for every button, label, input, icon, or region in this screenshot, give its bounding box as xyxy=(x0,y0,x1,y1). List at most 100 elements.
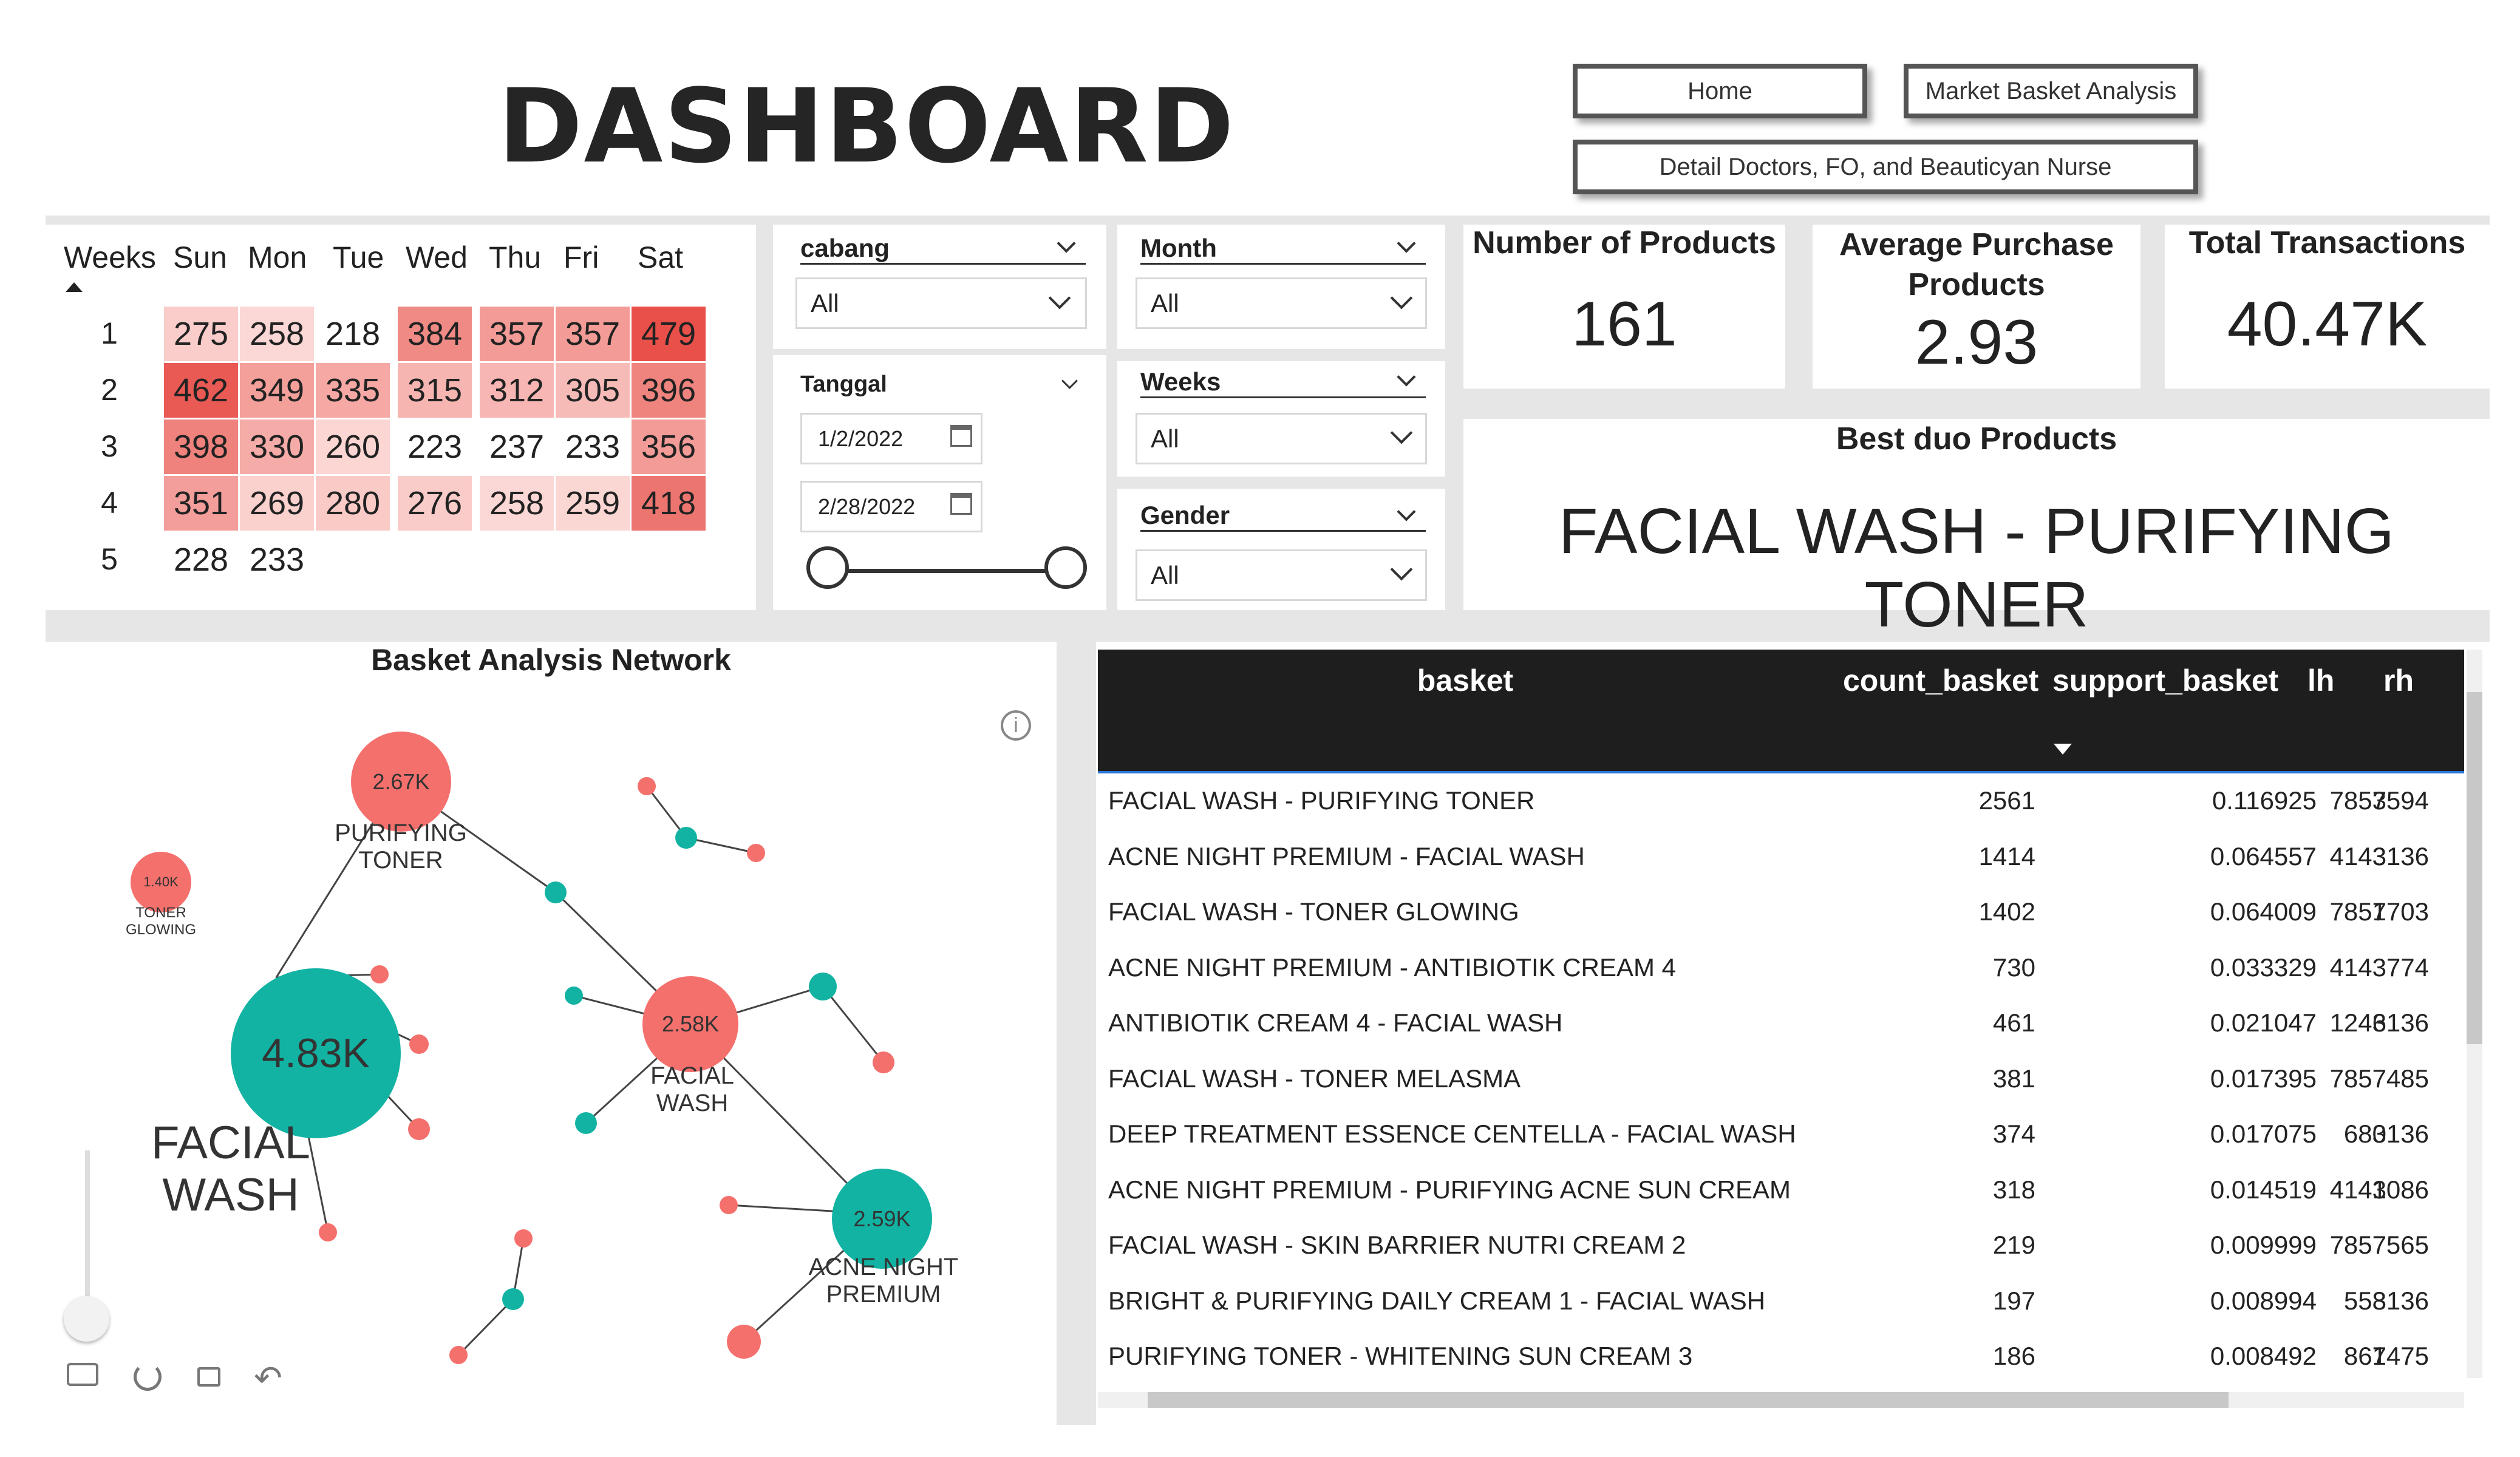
divider xyxy=(1098,771,2464,773)
slicer-title: Month xyxy=(1140,234,1217,262)
network-node[interactable] xyxy=(638,777,656,795)
table-cell: FACIAL WASH - PURIFYING TONER xyxy=(1108,786,1535,815)
table-cell: PURIFYING TONER - WHITENING SUN CREAM 3 xyxy=(1108,1342,1693,1370)
table-cell: DEEP TREATMENT ESSENCE CENTELLA - FACIAL… xyxy=(1108,1119,1796,1148)
table-cell: 318 xyxy=(1992,1175,2035,1204)
column-header-lh[interactable]: lh xyxy=(2307,663,2334,698)
card-label: Total Transactions xyxy=(2188,225,2466,260)
table-cell: ACNE NIGHT PREMIUM - PURIFYING ACNE SUN … xyxy=(1108,1175,1791,1204)
network-node[interactable] xyxy=(319,1223,337,1241)
network-node[interactable] xyxy=(449,1346,468,1364)
scrollbar-thumb[interactable] xyxy=(2467,692,2482,1044)
table-cell: 0.021047 xyxy=(2210,1008,2317,1037)
network-node[interactable] xyxy=(873,1051,894,1073)
dropdown-value: All xyxy=(1151,288,1179,318)
table-cell: 461 xyxy=(1992,1008,2035,1037)
network-node[interactable] xyxy=(545,881,567,903)
divider xyxy=(1785,216,1813,392)
sort-desc-icon[interactable] xyxy=(2054,744,2072,755)
table-cell: 0.033329 xyxy=(2210,953,2317,982)
network-node[interactable] xyxy=(727,1325,761,1359)
table-cell: 485 xyxy=(2386,1064,2429,1093)
fit-view-icon[interactable] xyxy=(67,1363,98,1386)
table-cell: 0.116925 xyxy=(2212,786,2317,815)
node-label: PURIFYING TONER xyxy=(335,820,467,874)
unlock-icon[interactable] xyxy=(197,1367,220,1387)
divider xyxy=(1117,349,1445,361)
column-header-basket[interactable]: basket xyxy=(1098,663,1833,698)
table-cell: 0.008492 xyxy=(2210,1342,2317,1370)
slicer-title: Gender xyxy=(1140,501,1230,529)
network-node[interactable]: 2.67K xyxy=(351,732,451,832)
chevron-down-icon[interactable] xyxy=(1061,373,1078,389)
card-value: FACIAL WASH - PURIFYING TONER xyxy=(1558,495,2395,640)
network-node[interactable] xyxy=(720,1196,738,1214)
card-value: 2.93 xyxy=(1915,307,2038,378)
undo-icon[interactable]: ↶ xyxy=(254,1361,282,1395)
table-cell: BRIGHT & PURIFYING DAILY CREAM 1 - FACIA… xyxy=(1108,1286,1766,1315)
node-label: TONER GLOWING xyxy=(125,905,196,938)
column-header-rh[interactable]: rh xyxy=(2383,663,2414,698)
table-cell: 1402 xyxy=(1978,897,2035,926)
table-cell: 3136 xyxy=(2372,1119,2429,1148)
network-node[interactable] xyxy=(408,1118,430,1140)
weeks-dropdown[interactable]: All xyxy=(1136,413,1427,464)
network-node[interactable] xyxy=(575,1112,597,1134)
network-node[interactable] xyxy=(514,1229,533,1248)
network-node[interactable] xyxy=(502,1288,524,1310)
network-node[interactable] xyxy=(565,987,583,1005)
table-cell: ANTIBIOTIK CREAM 4 - FACIAL WASH xyxy=(1108,1008,1563,1037)
card-label: Best duo Products xyxy=(1836,421,2117,457)
network-node[interactable]: 2.58K xyxy=(642,976,738,1072)
month-dropdown[interactable]: All xyxy=(1136,277,1427,329)
divider xyxy=(1463,389,2490,419)
node-label: FACIAL WASH xyxy=(650,1062,734,1116)
network-node[interactable] xyxy=(409,1034,429,1054)
table-cell: FACIAL WASH - SKIN BARRIER NUTRI CREAM 2 xyxy=(1108,1231,1686,1259)
table-cell: FACIAL WASH - TONER GLOWING xyxy=(1108,897,1519,926)
table-cell: 774 xyxy=(2386,953,2429,982)
table-cell: 730 xyxy=(1992,953,2035,982)
network-node[interactable] xyxy=(675,827,697,849)
table-cell: 219 xyxy=(1992,1231,2035,1259)
refresh-icon[interactable] xyxy=(134,1363,162,1391)
network-node[interactable]: 4.83K xyxy=(231,968,401,1138)
divider xyxy=(1106,216,1117,610)
table-cell: 565 xyxy=(2386,1231,2429,1259)
divider xyxy=(1140,263,1426,265)
table-cell: 1086 xyxy=(2372,1175,2429,1204)
table-cell: 0.064009 xyxy=(2210,897,2317,926)
gender-dropdown[interactable]: All xyxy=(1136,549,1427,601)
column-header-support[interactable]: support_basket xyxy=(2052,663,2278,698)
table-cell: 1414 xyxy=(1978,841,2035,871)
divider xyxy=(1117,477,1445,489)
table-cell: 1475 xyxy=(2372,1342,2429,1370)
network-node[interactable] xyxy=(809,973,837,1000)
divider xyxy=(1445,216,1463,610)
table-cell: 0.009999 xyxy=(2210,1231,2317,1259)
home-button[interactable]: Home xyxy=(1573,64,1867,118)
market-basket-button[interactable]: Market Basket Analysis xyxy=(1904,64,2198,118)
table-cell: 0.017395 xyxy=(2210,1064,2317,1093)
divider xyxy=(1057,642,1096,1425)
table-cell: 1703 xyxy=(2372,897,2429,926)
table-cell: 3136 xyxy=(2372,1286,2429,1315)
table-cell: 3136 xyxy=(2372,1008,2429,1037)
detail-doctors-button[interactable]: Detail Doctors, FO, and Beauticyan Nurse xyxy=(1573,140,2198,194)
table-cell: 4143 xyxy=(2329,953,2386,982)
chevron-down-icon[interactable] xyxy=(1057,234,1076,253)
network-node[interactable] xyxy=(370,965,389,983)
chevron-down-icon[interactable] xyxy=(1397,367,1416,387)
dropdown-value: All xyxy=(1151,560,1179,589)
network-node[interactable]: 1.40K xyxy=(131,852,191,912)
chevron-down-icon[interactable] xyxy=(1397,234,1416,253)
chevron-down-icon[interactable] xyxy=(1397,502,1416,521)
dropdown-value: All xyxy=(1151,424,1179,453)
network-node[interactable] xyxy=(747,844,765,862)
zoom-slider-handle[interactable] xyxy=(64,1296,109,1342)
zoom-slider-track[interactable] xyxy=(85,1150,90,1308)
table-cell: ACNE NIGHT PREMIUM - ANTIBIOTIK CREAM 4 xyxy=(1108,953,1676,982)
table-cell: 197 xyxy=(1992,1286,2035,1315)
scrollbar-thumb[interactable] xyxy=(1148,1392,2229,1408)
column-header-count[interactable]: count_basket xyxy=(1843,663,2038,698)
